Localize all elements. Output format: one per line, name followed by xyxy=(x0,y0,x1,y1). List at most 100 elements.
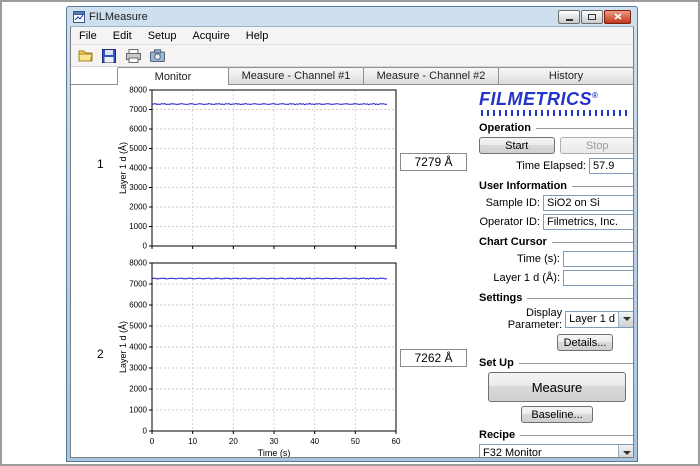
monitor-chart-channel-2[interactable]: 0100020003000400050006000700080000102030… xyxy=(116,257,416,457)
svg-text:30: 30 xyxy=(270,437,279,446)
svg-text:7000: 7000 xyxy=(129,105,147,114)
svg-text:50: 50 xyxy=(351,437,360,446)
print-button[interactable] xyxy=(123,47,143,65)
tab-measure-channel-2[interactable]: Measure - Channel #2 xyxy=(363,67,499,84)
svg-text:10: 10 xyxy=(188,437,197,446)
menu-setup[interactable]: Setup xyxy=(140,27,185,44)
dropdown-arrow-button[interactable] xyxy=(618,312,633,327)
cursor-time-label: Time (s): xyxy=(517,253,560,265)
registered-mark: ® xyxy=(592,91,598,100)
maximize-icon xyxy=(588,14,596,20)
svg-text:1000: 1000 xyxy=(129,222,147,231)
time-elapsed-row: Time Elapsed: xyxy=(479,158,633,174)
app-icon xyxy=(73,11,85,23)
monitor-chart-channel-1[interactable]: 010002000300040005000600070008000Layer 1… xyxy=(116,85,416,255)
cursor-layer-field xyxy=(563,270,633,286)
minimize-icon xyxy=(566,19,573,21)
tab-monitor[interactable]: Monitor xyxy=(117,67,229,85)
minimize-button[interactable] xyxy=(558,10,580,24)
printer-icon xyxy=(126,49,141,63)
cursor-layer-label: Layer 1 d (Å): xyxy=(493,272,560,284)
sample-id-label: Sample ID: xyxy=(486,197,540,209)
channel-2-number: 2 xyxy=(97,347,104,361)
cursor-time-row: Time (s): xyxy=(479,251,633,267)
section-rule xyxy=(527,298,633,299)
svg-text:0: 0 xyxy=(143,427,148,436)
stop-button[interactable]: Stop xyxy=(560,137,634,154)
tab-history[interactable]: History xyxy=(498,67,634,84)
operator-id-row: Operator ID: xyxy=(479,214,633,230)
section-rule xyxy=(519,363,633,364)
app-window: FILMeasure File Edit Setup Acquire H xyxy=(66,6,638,462)
menu-edit[interactable]: Edit xyxy=(105,27,140,44)
operator-id-input[interactable] xyxy=(543,214,633,230)
cursor-layer-row: Layer 1 d (Å): xyxy=(479,270,633,286)
svg-text:5000: 5000 xyxy=(129,322,147,331)
logo-text: FILMETRICS® xyxy=(479,87,633,108)
open-button[interactable] xyxy=(75,47,95,65)
svg-text:Layer 1 d (Å): Layer 1 d (Å) xyxy=(118,321,128,373)
window-title: FILMeasure xyxy=(89,11,148,23)
close-icon xyxy=(614,13,622,20)
channel-1-thickness-readout: 7279 Å xyxy=(400,153,467,171)
screenshot-canvas: FILMeasure File Edit Setup Acquire H xyxy=(0,0,700,466)
capture-button[interactable] xyxy=(147,47,167,65)
display-parameter-label: Display Parameter: xyxy=(479,307,562,331)
svg-text:20: 20 xyxy=(229,437,238,446)
recipe-value: F32 Monitor xyxy=(480,445,618,457)
section-recipe: Recipe xyxy=(479,429,633,441)
svg-text:Time (s): Time (s) xyxy=(258,448,291,457)
monitor-panel: 1 2 0 1000 2000 3000 4000 5000 6000 7000 8000 Lay… xyxy=(71,85,633,457)
svg-text:8000: 8000 xyxy=(129,259,147,268)
close-button[interactable] xyxy=(604,10,631,24)
menu-acquire[interactable]: Acquire xyxy=(184,27,237,44)
time-elapsed-label: Time Elapsed: xyxy=(516,160,586,172)
svg-text:40: 40 xyxy=(310,437,319,446)
save-button[interactable] xyxy=(99,47,119,65)
svg-text:6000: 6000 xyxy=(129,301,147,310)
svg-text:1000: 1000 xyxy=(129,406,147,415)
details-button[interactable]: Details... xyxy=(557,334,613,351)
baseline-button[interactable]: Baseline... xyxy=(521,406,593,423)
control-panel: FILMETRICS® Operation Start Stop Time El… xyxy=(473,85,633,457)
section-set-up: Set Up xyxy=(479,357,633,369)
toolbar xyxy=(71,45,633,67)
svg-text:8000: 8000 xyxy=(129,86,147,95)
recipe-dropdown[interactable]: F32 Monitor xyxy=(479,444,633,457)
operator-id-label: Operator ID: xyxy=(479,216,540,228)
save-floppy-icon xyxy=(102,49,116,63)
app-body: File Edit Setup Acquire Help xyxy=(70,26,634,458)
svg-text:60: 60 xyxy=(392,437,401,446)
window-controls xyxy=(558,10,631,24)
logo-comb-pattern xyxy=(481,110,629,116)
chevron-down-icon xyxy=(623,451,631,458)
svg-text:5000: 5000 xyxy=(129,144,147,153)
display-parameter-dropdown[interactable]: Layer 1 d xyxy=(565,311,633,328)
dropdown-arrow-button[interactable] xyxy=(618,445,633,457)
menu-bar: File Edit Setup Acquire Help xyxy=(71,27,633,45)
svg-text:2000: 2000 xyxy=(129,203,147,212)
svg-text:3000: 3000 xyxy=(129,183,147,192)
channel-1-number: 1 xyxy=(97,157,104,171)
menu-help[interactable]: Help xyxy=(238,27,277,44)
measure-button[interactable]: Measure xyxy=(488,372,626,402)
cursor-time-field xyxy=(563,251,633,267)
menu-file[interactable]: File xyxy=(71,27,105,44)
svg-text:4000: 4000 xyxy=(129,343,147,352)
svg-text:0: 0 xyxy=(150,437,155,446)
tab-measure-channel-1[interactable]: Measure - Channel #1 xyxy=(228,67,364,84)
title-bar[interactable]: FILMeasure xyxy=(70,7,634,26)
display-parameter-row: Display Parameter: Layer 1 d xyxy=(479,307,633,331)
section-operation: Operation xyxy=(479,122,633,134)
filmetrics-logo: FILMETRICS® xyxy=(479,87,633,116)
section-settings: Settings xyxy=(479,292,633,304)
start-button[interactable]: Start xyxy=(479,137,555,154)
sample-id-input[interactable] xyxy=(543,195,633,211)
time-elapsed-field xyxy=(589,158,633,174)
section-rule xyxy=(536,128,633,129)
camera-icon xyxy=(150,49,165,62)
start-stop-row: Start Stop xyxy=(479,137,633,154)
section-rule xyxy=(520,435,633,436)
section-rule xyxy=(552,242,633,243)
maximize-button[interactable] xyxy=(581,10,603,24)
